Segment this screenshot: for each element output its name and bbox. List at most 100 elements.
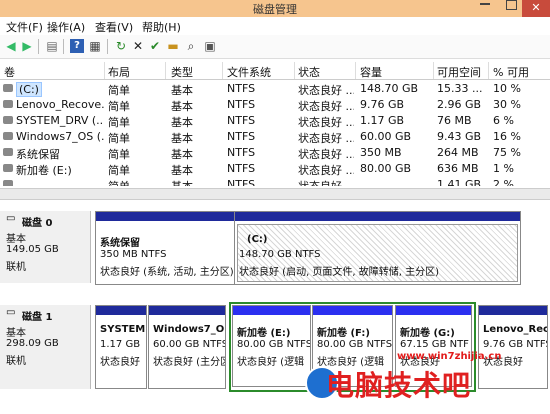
column-percent-free[interactable]: % 可用 — [493, 64, 529, 80]
minimize-button[interactable] — [480, 3, 490, 5]
column-status[interactable]: 状态 — [298, 64, 320, 80]
menu-view[interactable]: 查看(V) — [95, 19, 133, 35]
volume-list: 卷 布局 类型 文件系统 状态 容量 可用空间 % 可用 (C:) 简单 基本 NTF… — [0, 62, 550, 186]
cell-status: 状态良好 ... — [298, 178, 354, 186]
check-icon[interactable]: ✔ — [148, 39, 162, 53]
column-divider[interactable] — [433, 62, 434, 79]
column-divider[interactable] — [104, 62, 105, 79]
toolbar-separator — [38, 39, 39, 54]
table-row[interactable]: SYSTEM_DRV (... 简单 基本 NTFS 状态良好 ... 1.17 GB 76… — [0, 113, 550, 129]
cell-type: 基本 — [171, 148, 193, 161]
help-icon[interactable]: ? — [70, 39, 84, 53]
column-divider[interactable] — [222, 62, 223, 79]
cell-status: 状态良好 ... — [298, 148, 354, 161]
cell-capacity: 60.00 GB — [360, 130, 412, 143]
column-divider[interactable] — [294, 62, 295, 79]
disk-1-size: 298.09 GB — [6, 338, 59, 349]
volume-icon — [3, 84, 13, 92]
disk-0-type: 基本 — [6, 234, 26, 245]
table-row[interactable]: Lenovo_Recove... 简单 基本 NTFS 状态良好 ... 9.76 GB 2… — [0, 97, 550, 113]
disk-1-state: 联机 — [6, 356, 26, 367]
cell-free: 9.43 GB — [437, 130, 482, 143]
cell-layout: 简单 — [108, 84, 130, 97]
table-row[interactable]: 系统保留 简单 基本 NTFS 状态良好 ... 350 MB 264 MB 75 % — [0, 145, 550, 161]
cell-volume: SYSTEM_DRV (... — [16, 114, 104, 127]
column-divider[interactable] — [488, 62, 489, 79]
column-type[interactable]: 类型 — [171, 64, 193, 80]
menu-action[interactable]: 操作(A) — [47, 19, 85, 35]
maximize-button[interactable] — [506, 0, 517, 10]
volume-icon — [3, 164, 13, 172]
cell-percent-free: 1 % — [493, 162, 514, 175]
cell-percent-free: 2 % — [493, 178, 514, 186]
properties-icon[interactable]: ▤ — [45, 39, 59, 53]
partition-name: 系统保留 — [100, 238, 140, 249]
cell-layout: 简单 — [108, 178, 163, 186]
toolbar-separator — [107, 39, 108, 54]
cell-type: 基本 — [171, 116, 193, 129]
volume-icon — [3, 132, 13, 140]
cell-capacity: 148.70 GB — [360, 82, 419, 95]
partition-size: 350 MB NTFS — [100, 249, 167, 260]
cell-filesystem: NTFS — [227, 178, 256, 186]
partition-size: 148.70 GB NTFS — [239, 249, 321, 260]
cell-status: 状态良好 ... — [298, 100, 354, 113]
toolbar-separator — [63, 39, 64, 54]
disk-0-label[interactable]: ▭ 磁盘 0 基本 149.05 GB 联机 — [0, 211, 91, 283]
column-divider[interactable] — [355, 62, 356, 79]
partition-name: Windows7_OS — [153, 324, 226, 335]
partition-system[interactable]: SYSTEM 1.17 GB 状态良好 — [95, 305, 147, 389]
close-button[interactable]: ✕ — [522, 0, 550, 17]
disk-0-state: 联机 — [6, 262, 26, 273]
table-row[interactable]: Windows7_OS (... 简单 基本 NTFS 状态良好 ... 60.00 GB… — [0, 129, 550, 145]
pane-splitter[interactable] — [0, 188, 550, 200]
cell-capacity: 350 MB — [360, 146, 402, 159]
table-row[interactable]: (C:) 简单 基本 NTFS 状态良好 ... 148.70 GB 15.33 ... 10… — [0, 81, 550, 97]
partition-name: SYSTEM — [100, 324, 146, 335]
cell-free: 636 MB — [437, 162, 479, 175]
back-icon[interactable]: ◀ — [4, 39, 18, 53]
toolbar: ◀ ▶ ▤ ? ▦ ↻ ✕ ✔ ▬ ⌕ ▣ — [0, 35, 550, 59]
refresh-icon[interactable]: ↻ — [114, 39, 128, 53]
column-layout[interactable]: 布局 — [108, 64, 130, 80]
column-divider[interactable] — [165, 62, 166, 79]
window-title: 磁盘管理 — [253, 3, 297, 16]
delete-icon[interactable]: ✕ — [131, 39, 145, 53]
cell-layout: 简单 — [108, 132, 130, 145]
forward-icon[interactable]: ▶ — [20, 39, 34, 53]
partition-c[interactable]: (C:) 148.70 GB NTFS 状态良好 (启动, 页面文件, 故障转储… — [234, 211, 521, 285]
cell-filesystem: NTFS — [227, 146, 256, 159]
column-free[interactable]: 可用空间 — [437, 64, 481, 80]
cell-filesystem: NTFS — [227, 162, 256, 175]
folder-open-icon[interactable]: ▬ — [166, 39, 180, 53]
search-icon[interactable]: ⌕ — [184, 39, 198, 53]
volume-icon — [3, 148, 13, 156]
cell-status: 状态良好 ... — [298, 84, 354, 97]
partition-bar — [96, 306, 146, 315]
table-row[interactable]: ... 简单基本 NTFS 状态良好 ...... 1.41 GB 2 % — [0, 177, 550, 186]
menu-file[interactable]: 文件(F) — [6, 19, 43, 35]
partition-system-reserved[interactable]: 系统保留 350 MB NTFS 状态良好 (系统, 活动, 主分区) — [95, 211, 235, 285]
volume-icon — [3, 180, 13, 186]
partition-size: 60.00 GB NTFS — [153, 339, 226, 350]
partition-lenovo-recovery[interactable]: Lenovo_Rec 9.76 GB NTFS 状态良好 — [478, 305, 548, 389]
column-capacity[interactable]: 容量 — [360, 64, 382, 80]
view-icon[interactable]: ▦ — [88, 39, 102, 53]
column-filesystem[interactable]: 文件系统 — [227, 64, 271, 80]
disk-icon: ▭ — [6, 213, 16, 224]
disk-1-label[interactable]: ▭ 磁盘 1 基本 298.09 GB 联机 — [0, 305, 91, 389]
settings-icon[interactable]: ▣ — [203, 39, 217, 53]
cell-volume: 系统保留 — [16, 148, 60, 161]
cell-percent-free: 16 % — [493, 130, 521, 143]
partition-status: 状态良好 (主分区) — [153, 357, 226, 368]
cell-status: 状态良好 ... — [298, 132, 354, 145]
cell-capacity: 80.00 GB — [360, 162, 412, 175]
partition-name: (C:) — [247, 234, 268, 245]
partition-windows7-os[interactable]: Windows7_OS 60.00 GB NTFS 状态良好 (主分区) — [148, 305, 226, 389]
cell-volume: ... — [16, 178, 27, 186]
column-volume[interactable]: 卷 — [4, 64, 15, 80]
table-row[interactable]: 新加卷 (E:) 简单 基本 NTFS 状态良好 ... 80.00 GB 636 MB 1 … — [0, 161, 550, 177]
menu-help[interactable]: 帮助(H) — [142, 19, 181, 35]
cell-free: 264 MB — [437, 146, 479, 159]
cell-layout: 简单 — [108, 116, 130, 129]
